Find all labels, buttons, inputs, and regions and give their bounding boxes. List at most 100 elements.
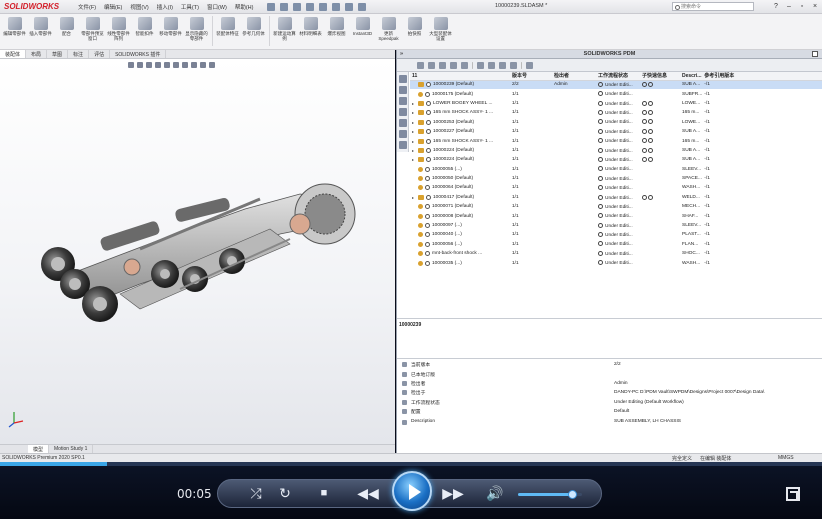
pin-icon[interactable] (812, 51, 818, 57)
tab-evaluate[interactable]: 评估 (89, 50, 111, 58)
column-header-description[interactable]: Descri... (680, 72, 703, 81)
menu-edit[interactable]: 编辑(E) (104, 3, 122, 11)
pdm-vault-icon[interactable] (399, 130, 407, 138)
tab-layout[interactable]: 布局 (26, 50, 48, 58)
check-in-icon[interactable] (450, 61, 457, 69)
seek-bar[interactable] (0, 462, 822, 466)
properties-icon[interactable] (488, 61, 495, 69)
save-icon[interactable] (293, 2, 302, 11)
check-out-icon[interactable] (439, 61, 446, 69)
instant3d-button[interactable]: Instant3D (350, 16, 375, 48)
collapse-icon[interactable]: » (400, 50, 403, 59)
menu-help[interactable]: 帮助(H) (235, 3, 254, 11)
table-row[interactable]: ▸ 10000224 (Default) 1/1 Under Editi... SUB … (410, 155, 822, 164)
table-row[interactable]: 10000008 (Default) 1/1 Under Editi... SHAF.… (410, 211, 822, 220)
table-row[interactable]: ▸ 10000417 (Default) 1/1 Under Editi... WELD… (410, 193, 822, 202)
component-preview-button[interactable]: 零部件预览窗口 (80, 16, 105, 48)
column-header-ref-version[interactable]: 参考引用版本 (702, 72, 822, 81)
expand-icon[interactable]: ▸ (412, 139, 416, 144)
tab-assembly[interactable]: 装配体 (0, 50, 27, 58)
linear-pattern-button[interactable]: 线性零部件阵列 (106, 16, 131, 48)
menu-window[interactable]: 窗口(W) (207, 3, 227, 11)
select-icon[interactable] (332, 2, 341, 11)
expand-icon[interactable]: ▸ (412, 101, 416, 106)
expand-icon[interactable]: ▸ (412, 157, 416, 162)
history-icon[interactable] (499, 61, 506, 69)
previous-icon[interactable]: ◀◀ (355, 481, 381, 505)
next-icon[interactable]: ▶▶ (440, 481, 466, 505)
table-row[interactable]: ▸ 165 mm SHOCK ASSY- 1 ... 1/1 Under Editi.… (410, 136, 822, 145)
refresh-icon[interactable] (417, 61, 424, 69)
expand-icon[interactable]: ▸ (412, 129, 416, 134)
large-assembly-button[interactable]: 大型装配体设置 (428, 16, 453, 48)
table-row[interactable]: 10000175 (Default) 1/1 Under Editi... SUBFR… (410, 89, 822, 98)
shuffle-icon[interactable]: ⤮ (245, 481, 267, 505)
tab-addins[interactable]: SOLIDWORKS 插件 (110, 50, 167, 58)
edit-component-button[interactable]: 编辑零部件 (2, 16, 27, 48)
tab-markup[interactable]: 标注 (68, 50, 90, 58)
smart-fasteners-button[interactable]: 智能扣件 (132, 16, 157, 48)
change-state-icon[interactable] (477, 61, 484, 69)
menu-file[interactable]: 文件(F) (78, 3, 96, 11)
table-row[interactable]: 10000055 (...) 1/1 Under Editi... SLEEV... -… (410, 165, 822, 174)
search-input[interactable]: 搜索命令 (672, 2, 754, 11)
show-hidden-button[interactable]: 显示隐藏的零部件 (184, 16, 209, 48)
column-header-name[interactable]: 11 (410, 72, 510, 81)
fullscreen-icon[interactable] (786, 487, 800, 501)
insert-component-button[interactable]: 插入零部件 (28, 16, 53, 48)
get-latest-icon[interactable] (428, 61, 435, 69)
table-row[interactable]: 10000239 (Default) 2/2 Admin Under Editi...… (410, 80, 822, 90)
update-speedpak-button[interactable]: 更新Speedpak (376, 16, 401, 48)
view-palette-icon[interactable] (399, 119, 407, 127)
table-row[interactable]: ▸ 165 mm SHOCK ASSY- 1 ... 1/1 Under Editi.… (410, 108, 822, 117)
tab-model[interactable]: 模型 (28, 445, 50, 453)
column-header-checked-out-by[interactable]: 检出者 (552, 72, 596, 81)
table-row[interactable]: mnt-back-front shock ... 1/1 Under Editi..… (410, 249, 822, 258)
minimize-icon[interactable]: – (784, 2, 794, 11)
close-icon[interactable]: × (810, 2, 820, 11)
table-row[interactable]: 10000071 (Default) 1/1 Under Editi... MECH.… (410, 202, 822, 211)
new-motion-study-button[interactable]: 新建运动算例 (272, 16, 297, 48)
reference-geometry-button[interactable]: 参考几何体 (241, 16, 266, 48)
expand-icon[interactable]: ▸ (412, 148, 416, 153)
undo-checkout-icon[interactable] (461, 61, 468, 69)
table-row[interactable]: 10000040 (...) 1/1 Under Editi... PLAST... -… (410, 230, 822, 239)
expand-icon[interactable]: ▸ (412, 120, 416, 125)
print-icon[interactable] (306, 2, 315, 11)
volume-slider[interactable] (518, 490, 582, 499)
exploded-view-button[interactable]: 爆炸视图 (324, 16, 349, 48)
table-row[interactable]: ▸ 10000227 (Default) 1/1 Under Editi... SUB … (410, 127, 822, 136)
open-icon[interactable] (280, 2, 289, 11)
where-used-icon[interactable] (510, 61, 517, 69)
repeat-icon[interactable]: ↻ (274, 481, 296, 505)
appearances-icon[interactable] (399, 97, 407, 105)
play-button[interactable] (392, 471, 432, 511)
expand-icon[interactable]: ▸ (412, 195, 416, 200)
new-icon[interactable] (267, 2, 276, 11)
table-row[interactable]: 10000056 (...) 1/1 Under Editi... FLAN... -/… (410, 240, 822, 249)
graphics-area[interactable] (0, 59, 395, 444)
tab-motion-study[interactable]: Motion Study 1 (49, 445, 94, 453)
table-row[interactable]: 10000035 (...) 1/1 Under Editi... WASH... -/… (410, 258, 822, 267)
help-icon[interactable]: ? (771, 2, 781, 11)
mate-button[interactable]: 配合 (54, 16, 79, 48)
assembly-features-button[interactable]: 装配体特征 (215, 16, 240, 48)
expand-icon[interactable]: ▸ (412, 110, 416, 115)
column-header-quick-info[interactable]: 子快速信息 (640, 72, 680, 81)
table-row[interactable]: 10000097 (...) 1/1 Under Editi... SLEEV... -… (410, 221, 822, 230)
take-snapshot-button[interactable]: 拍快照 (402, 16, 427, 48)
column-header-workflow-state[interactable]: 工作流程状态 (596, 72, 640, 81)
home-icon[interactable] (399, 75, 407, 83)
column-header-version[interactable]: 版本号 (510, 72, 552, 81)
custom-properties-icon[interactable] (399, 141, 407, 149)
table-row[interactable]: ▸ LOWER BOGEY WHEEL ... 1/1 Under Editi... L… (410, 99, 822, 108)
volume-icon[interactable]: 🔊 (484, 481, 506, 505)
units-selector[interactable]: MMGS (778, 455, 794, 461)
file-explorer-icon[interactable] (399, 108, 407, 116)
table-row[interactable]: ▸ 10000224 (Default) 1/1 Under Editi... SUB … (410, 146, 822, 155)
table-row[interactable]: 10000064 (Default) 1/1 Under Editi... WASH.… (410, 183, 822, 192)
parts-icon[interactable] (399, 86, 407, 94)
menu-view[interactable]: 视图(V) (130, 3, 148, 11)
move-component-button[interactable]: 移动零部件 (158, 16, 183, 48)
stop-icon[interactable]: ■ (315, 481, 333, 505)
